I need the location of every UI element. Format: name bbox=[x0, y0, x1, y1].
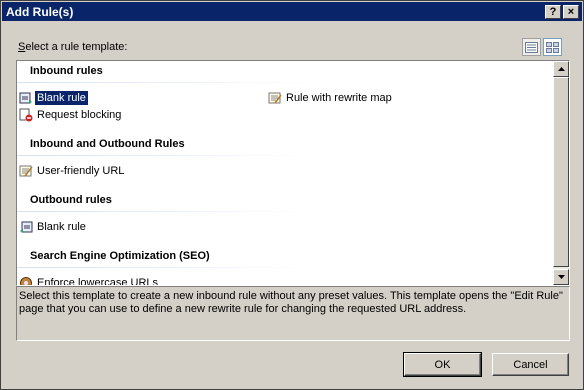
group-header-outbound-rules: Outbound rules bbox=[30, 194, 112, 206]
details-view-button[interactable] bbox=[522, 38, 541, 56]
list-item-outbound-blank-rule[interactable]: Blank rule bbox=[19, 219, 88, 235]
template-description: Select this template to create a new inb… bbox=[16, 286, 570, 341]
details-view-icon bbox=[525, 41, 538, 53]
rewrite-map-icon bbox=[268, 91, 282, 105]
scroll-thumb[interactable] bbox=[553, 77, 569, 267]
item-label: Rule with rewrite map bbox=[286, 92, 392, 104]
list-item-inbound-blank-rule[interactable]: Blank rule bbox=[19, 90, 88, 106]
view-toggle bbox=[522, 38, 562, 56]
group-divider bbox=[17, 211, 317, 212]
cancel-button[interactable]: Cancel bbox=[492, 353, 569, 376]
item-label: Request blocking bbox=[37, 109, 122, 121]
user-friendly-url-icon bbox=[19, 164, 33, 178]
scroll-up-arrow-icon bbox=[557, 67, 565, 71]
prompt-text: elect a rule template: bbox=[25, 41, 128, 53]
close-button[interactable]: × bbox=[563, 4, 579, 19]
list-item-rule-with-rewrite-map[interactable]: Rule with rewrite map bbox=[268, 90, 394, 106]
tiles-view-button[interactable] bbox=[543, 38, 562, 56]
title-bar[interactable]: Add Rule(s) ? × bbox=[2, 2, 582, 21]
group-divider bbox=[17, 155, 317, 156]
item-label: Blank rule bbox=[35, 91, 88, 105]
blank-rule-icon bbox=[19, 91, 33, 105]
list-item-user-friendly-url[interactable]: User-friendly URL bbox=[19, 163, 126, 179]
help-button[interactable]: ? bbox=[545, 4, 561, 19]
group-header-inbound-outbound-rules: Inbound and Outbound Rules bbox=[30, 138, 185, 150]
list-item-request-blocking[interactable]: Request blocking bbox=[19, 107, 123, 123]
group-header-inbound-rules: Inbound rules bbox=[30, 65, 103, 77]
add-rules-dialog: Add Rule(s) ? × Select a rule template: … bbox=[0, 0, 584, 390]
group-header-seo: Search Engine Optimization (SEO) bbox=[30, 250, 210, 262]
scroll-down-arrow-icon bbox=[557, 275, 565, 279]
group-divider bbox=[17, 82, 317, 83]
request-blocking-icon bbox=[19, 108, 33, 122]
item-label: Enforce lowercase URLs bbox=[37, 277, 159, 285]
scroll-down-button[interactable] bbox=[553, 269, 569, 285]
vertical-scrollbar[interactable] bbox=[553, 61, 569, 285]
list-item-enforce-lowercase-urls[interactable]: Enforce lowercase URLs bbox=[19, 275, 160, 285]
lowercase-url-icon bbox=[19, 276, 33, 285]
template-prompt-label: Select a rule template: bbox=[18, 41, 127, 53]
window-title: Add Rule(s) bbox=[6, 4, 74, 19]
item-label: Blank rule bbox=[37, 221, 86, 233]
item-label: User-friendly URL bbox=[37, 165, 125, 177]
ok-button[interactable]: OK bbox=[403, 352, 482, 377]
tiles-view-icon bbox=[546, 41, 559, 53]
outbound-blank-rule-icon bbox=[19, 220, 33, 234]
rule-template-list[interactable]: Inbound rules Blank rule Request blockin… bbox=[16, 60, 570, 286]
group-divider bbox=[17, 267, 317, 268]
scroll-up-button[interactable] bbox=[553, 61, 569, 77]
